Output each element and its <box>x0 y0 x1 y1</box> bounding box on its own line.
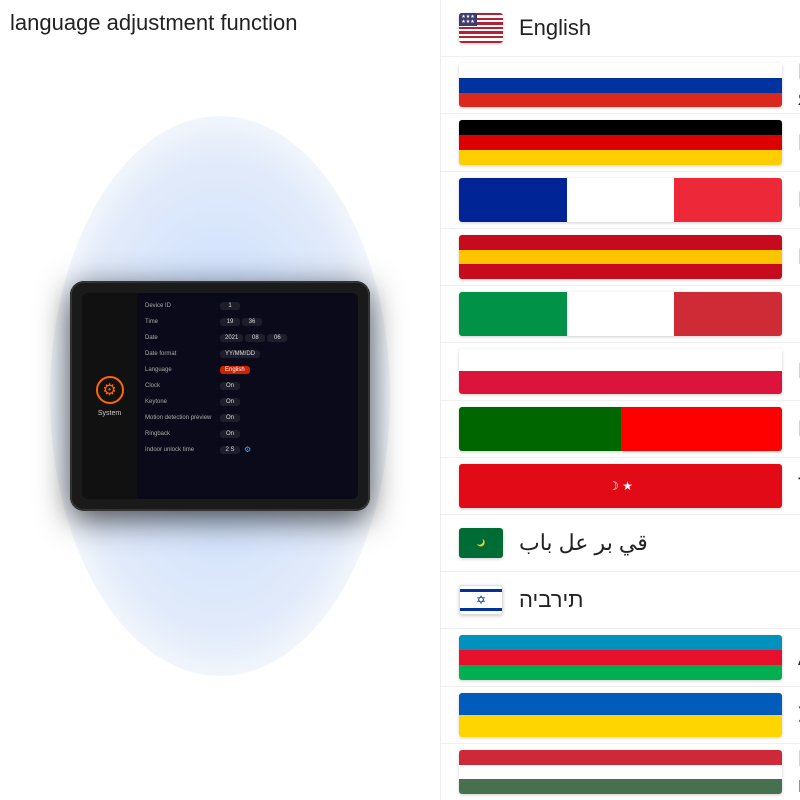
lang-name-hebrew: תירביה <box>519 587 583 613</box>
flag-us: ★★★★★★ <box>459 13 503 43</box>
row-label-deviceid: Device ID <box>145 303 220 309</box>
device-main: Device ID 1 Time 19 36 Date 2021 08 <box>137 293 358 499</box>
flag-il: ✡ <box>459 585 503 615</box>
row-label-clock: Clock <box>145 383 220 389</box>
settings-icon: ⚙ <box>244 445 251 454</box>
row-label-ringback: Ringback <box>145 431 220 437</box>
row-label-dateformat: Date format <box>145 351 220 357</box>
page-title: language adjustment function <box>0 10 297 36</box>
row-label-keytone: Keytone <box>145 399 220 405</box>
device-row: Keytone On <box>145 395 350 408</box>
list-item[interactable]: Mazar nyelv <box>441 744 800 800</box>
row-label-mdp: Motion detection preview <box>145 415 220 421</box>
device-row: Language English <box>145 363 350 376</box>
lang-name-english: English <box>519 15 591 41</box>
gear-icon <box>96 376 124 404</box>
device-row: Date format YY/MM/DD <box>145 347 350 360</box>
row-val-time1: 19 <box>220 318 240 326</box>
row-val-date3: 06 <box>267 334 287 342</box>
row-val-keytone: On <box>220 398 240 406</box>
row-label-time: Time <box>145 319 220 325</box>
list-item[interactable]: Azerbaijan <box>441 629 800 686</box>
row-val-clock: On <box>220 382 240 390</box>
flag-ru <box>459 63 782 107</box>
flag-es <box>459 235 782 279</box>
device-row: Date 2021 08 06 <box>145 331 350 344</box>
left-panel: language adjustment function System Devi… <box>0 0 440 800</box>
row-val-dateformat: YY/MM/DD <box>220 350 260 358</box>
row-val-date1: 2021 <box>220 334 243 342</box>
device-sidebar: System <box>82 293 137 499</box>
list-item[interactable]: Русский язык <box>441 57 800 114</box>
row-label-date: Date <box>145 335 220 341</box>
device-row: Clock On <box>145 379 350 392</box>
device-row: Time 19 36 <box>145 315 350 328</box>
screen-content: System Device ID 1 Time 19 36 <box>82 293 358 499</box>
flag-de <box>459 120 782 164</box>
row-val-language[interactable]: English <box>220 366 250 374</box>
flag-tr: ☽ ★ <box>459 464 782 508</box>
flag-it <box>459 292 782 336</box>
flag-fr <box>459 178 782 222</box>
device-row: Motion detection preview On <box>145 411 350 424</box>
device-row: Device ID 1 <box>145 299 350 312</box>
list-item[interactable]: 🌙 قي بر عل باب <box>441 515 800 572</box>
list-item[interactable]: Español <box>441 229 800 286</box>
list-item[interactable]: Polacco <box>441 343 800 400</box>
list-item[interactable]: Italiano <box>441 286 800 343</box>
row-val-ringback: On <box>220 430 240 438</box>
list-item[interactable]: ★★★★★★ English <box>441 0 800 57</box>
device-frame: System Device ID 1 Time 19 36 <box>70 281 370 511</box>
flag-pt <box>459 407 782 451</box>
lang-name-arabic: قي بر عل باب <box>519 530 648 556</box>
row-val-mdp: On <box>220 414 240 422</box>
flag-az <box>459 635 782 679</box>
list-item[interactable]: Deutsch <box>441 114 800 171</box>
row-val-unlocktime: 2 S <box>220 446 240 454</box>
flag-ua <box>459 693 782 737</box>
flag-hu <box>459 750 782 794</box>
flag-sa: 🌙 <box>459 528 503 558</box>
list-item[interactable]: ✡ תירביה <box>441 572 800 629</box>
row-val-date2: 08 <box>245 334 265 342</box>
row-label-language: Language <box>145 367 220 373</box>
list-item[interactable]: Français <box>441 172 800 229</box>
row-val-time2: 36 <box>242 318 262 326</box>
device-container: System Device ID 1 Time 19 36 <box>30 56 410 736</box>
list-item[interactable]: Україна <box>441 687 800 744</box>
list-item[interactable]: ☽ ★ Türkçe <box>441 458 800 515</box>
language-list: ★★★★★★ English Русский язык Deutsch Fran… <box>440 0 800 800</box>
list-item[interactable]: Português <box>441 401 800 458</box>
row-val-deviceid: 1 <box>220 302 240 310</box>
flag-pl <box>459 349 782 393</box>
device-row: Ringback On <box>145 427 350 440</box>
sidebar-system-label: System <box>98 410 121 417</box>
row-label-unlocktime: Indoor unlock time <box>145 447 220 453</box>
device-screen: System Device ID 1 Time 19 36 <box>82 293 358 499</box>
device-row: Indoor unlock time 2 S ⚙ <box>145 443 350 456</box>
